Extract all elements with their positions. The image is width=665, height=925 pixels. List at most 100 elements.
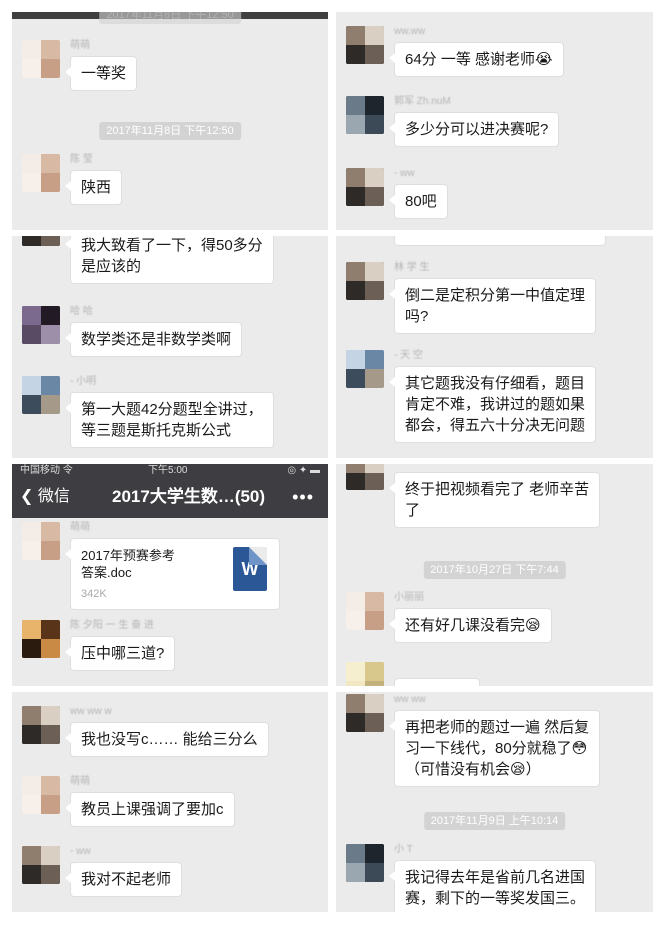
sender-name: 陈 夕阳 一 生 奋 进 — [70, 620, 154, 631]
sender-name: - 天 空 — [394, 350, 423, 361]
chat-panel-7: ww ww w 我也没写c…… 能给三分么 萌萌 教员上课强调了要加c - ww… — [12, 692, 328, 912]
message-bubble[interactable]: 64分 一等 感谢老师😭 — [389, 42, 564, 77]
chat-message: 终于把视频看完了 老师辛苦 了 — [336, 464, 653, 528]
message-bubble[interactable]: 数学类还是非数学类啊 — [64, 322, 243, 357]
message-bubble[interactable]: 教员上课强调了要加c — [65, 792, 235, 827]
status-bar: 中国移动 令 下午5:00 ◎ ✦ ▬ — [12, 464, 328, 478]
sender-name: - ww — [70, 846, 91, 857]
message-bubble[interactable]: 陕西 — [64, 170, 123, 205]
sender-name: - ww — [394, 168, 415, 179]
chat-message: 萌萌 一等奖 — [12, 40, 328, 100]
avatar[interactable] — [22, 40, 60, 78]
avatar[interactable] — [346, 96, 384, 134]
timestamp: 2017年11月8日 下午12:50 — [99, 12, 241, 24]
sender-name: 哈 哈 — [70, 306, 93, 317]
chat-panel-6: 终于把视频看完了 老师辛苦 了 2017年10月27日 下午7:44 小丽丽 还… — [336, 464, 653, 686]
chevron-left-icon: ❮ — [20, 488, 34, 505]
avatar[interactable] — [22, 706, 60, 744]
avatar[interactable] — [346, 662, 384, 686]
chat-nav-bar: 中国移动 令 下午5:00 ◎ ✦ ▬ ❮ 微信 2017大学生数…(50) •… — [12, 464, 328, 518]
message-bubble[interactable]: 我对不起老师 — [64, 862, 183, 897]
chat-message: - ww 80吧 — [336, 168, 653, 228]
avatar[interactable] — [22, 376, 60, 414]
sender-name: 小 T — [394, 844, 413, 855]
chat-message: 萌萌 2017年预赛参考 答案.doc 342K W — [12, 522, 328, 612]
chat-message: 郭军 Zh.nuM 多少分可以进决赛呢? — [336, 96, 653, 156]
status-icons: ◎ ✦ ▬ — [287, 465, 320, 476]
sender-name: 萌萌 — [70, 40, 90, 51]
chat-panel-8: ww ww 再把老师的题过一遍 然后复 习一下线代，80分就稳了😳 （可惜没有机… — [336, 692, 653, 912]
message-bubble[interactable]: 其它题我没有仔细看，题目 肯定不难，我讲过的题如果 都会，得五六十分决无问题 — [388, 366, 597, 443]
screenshot-collage: 2017年11月8日 下午12:50 萌萌 一等奖 2017年11月8日 下午1… — [0, 0, 665, 925]
sender-name: 郭军 Zh.nuM — [394, 96, 451, 107]
chat-message: - 小明 第一大题42分题型全讲过， 等三题是斯托克斯公式 — [12, 376, 328, 448]
avatar[interactable] — [346, 26, 384, 64]
message-bubble-fragment — [394, 678, 480, 686]
more-icon[interactable]: ••• — [292, 484, 314, 510]
chat-message: 哈 哈 数学类还是非数学类啊 — [12, 306, 328, 366]
chat-panel-4: 林 学 生 倒二是定积分第一中值定理 吗? - 天 空 其它题我没有仔细看，题目… — [336, 236, 653, 458]
file-size: 342K — [81, 588, 107, 600]
chat-message: 陈 莹 陕西 — [12, 154, 328, 214]
message-bubble[interactable]: 再把老师的题过一遍 然后复 习一下线代，80分就稳了😳 （可惜没有机会😪） — [388, 710, 601, 787]
message-bubble[interactable]: 第一大题42分题型全讲过， 等三题是斯托克斯公式 — [65, 392, 274, 448]
sender-name: 小丽丽 — [394, 592, 424, 603]
message-bubble[interactable]: 多少分可以进决赛呢? — [388, 112, 560, 147]
avatar[interactable] — [22, 522, 60, 560]
message-bubble[interactable]: 一等奖 — [64, 56, 138, 91]
avatar[interactable] — [22, 154, 60, 192]
avatar[interactable] — [346, 592, 384, 630]
message-bubble[interactable]: 我大致看了一下，得50多分 是应该的 — [65, 236, 274, 284]
word-document-icon: W — [233, 547, 267, 591]
chat-message: 林 学 生 倒二是定积分第一中值定理 吗? — [336, 262, 653, 334]
chat-message: 我大致看了一下，得50多分 是应该的 — [12, 236, 328, 284]
timestamp: 2017年11月9日 上午10:14 — [423, 812, 566, 830]
sender-name: ww ww w — [70, 706, 112, 717]
message-bubble-fragment — [394, 236, 606, 246]
message-bubble[interactable]: 倒二是定积分第一中值定理 吗? — [388, 278, 597, 334]
chat-message: 小丽丽 还有好几课没看完😪 — [336, 592, 653, 652]
sender-name: 萌萌 — [70, 776, 90, 787]
file-attachment[interactable]: 2017年预赛参考 答案.doc 342K W — [65, 538, 280, 610]
chat-message: 萌萌 教员上课强调了要加c — [12, 776, 328, 836]
message-bubble[interactable]: 终于把视频看完了 老师辛苦 了 — [388, 472, 601, 528]
back-label: 微信 — [37, 488, 70, 505]
sender-name: ww ww — [394, 694, 426, 705]
chat-message: 小 T 我记得去年是省前几名进国 赛，剩下的一等奖发国三。 — [336, 844, 653, 912]
chat-panel-2: ww.ww 64分 一等 感谢老师😭 郭军 Zh.nuM 多少分可以进决赛呢? … — [336, 12, 653, 230]
avatar[interactable] — [22, 776, 60, 814]
chat-title: 2017大学生数…(50) — [112, 487, 266, 506]
avatar[interactable] — [346, 694, 384, 732]
avatar[interactable] — [346, 262, 384, 300]
message-bubble[interactable]: 80吧 — [389, 184, 448, 219]
message-bubble[interactable]: 还有好几课没看完😪 — [389, 608, 552, 643]
timestamp: 2017年11月8日 下午12:50 — [99, 122, 241, 140]
avatar[interactable] — [346, 844, 384, 882]
chat-panel-5: 中国移动 令 下午5:00 ◎ ✦ ▬ ❮ 微信 2017大学生数…(50) •… — [12, 464, 328, 686]
chat-panel-3: 我大致看了一下，得50多分 是应该的 哈 哈 数学类还是非数学类啊 - 小明 第… — [12, 236, 328, 458]
chat-message: - 天 空 其它题我没有仔细看，题目 肯定不难，我讲过的题如果 都会，得五六十分… — [336, 350, 653, 443]
message-bubble[interactable]: 我记得去年是省前几名进国 赛，剩下的一等奖发国三。 — [388, 860, 597, 912]
chat-message: 陈 夕阳 一 生 奋 进 压中哪三道? — [12, 620, 328, 680]
avatar[interactable] — [346, 350, 384, 388]
chat-message: ww.ww 64分 一等 感谢老师😭 — [336, 26, 653, 86]
message-bubble[interactable]: 我也没写c…… 能给三分么 — [65, 722, 269, 757]
carrier-label: 中国移动 令 — [20, 465, 73, 476]
chat-message: - ww 我对不起老师 — [12, 846, 328, 906]
chat-panel-1: 2017年11月8日 下午12:50 萌萌 一等奖 2017年11月8日 下午1… — [12, 12, 328, 230]
avatar[interactable] — [22, 306, 60, 344]
timestamp: 2017年10月27日 下午7:44 — [423, 561, 566, 579]
sender-name: ww.ww — [394, 26, 426, 37]
avatar[interactable] — [346, 464, 384, 490]
sender-name: 陈 莹 — [70, 154, 93, 165]
file-name: 2017年预赛参考 答案.doc — [81, 548, 175, 580]
avatar[interactable] — [22, 236, 60, 246]
message-bubble[interactable]: 压中哪三道? — [64, 636, 176, 671]
clock-label: 下午5:00 — [148, 465, 188, 476]
avatar[interactable] — [22, 620, 60, 658]
sender-name: - 小明 — [70, 376, 97, 387]
back-button[interactable]: ❮ 微信 — [20, 484, 70, 510]
chat-message: ww ww w 我也没写c…… 能给三分么 — [12, 706, 328, 766]
avatar[interactable] — [346, 168, 384, 206]
avatar[interactable] — [22, 846, 60, 884]
